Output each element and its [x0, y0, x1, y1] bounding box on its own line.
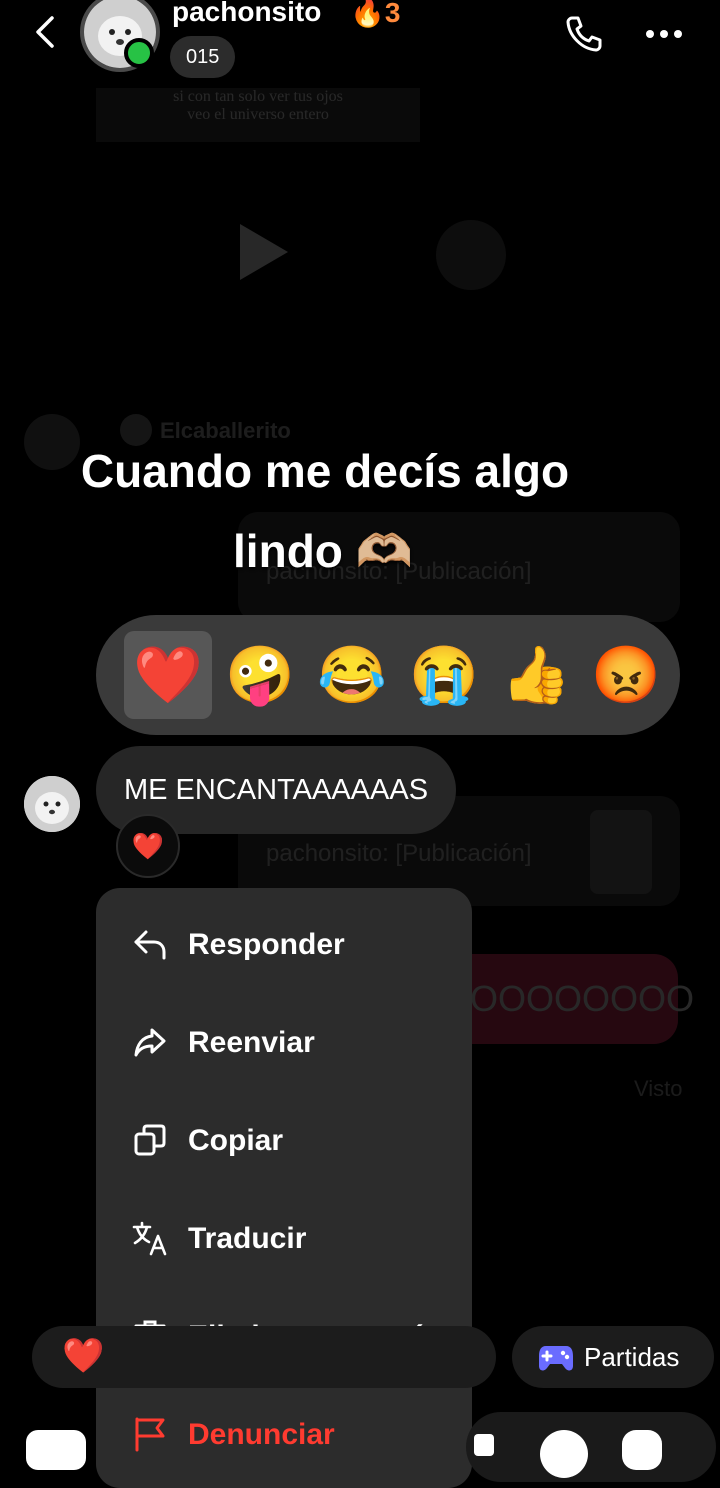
flag-icon [135, 1417, 165, 1452]
menu-item-label: Copiar [188, 1124, 284, 1157]
menu-item-label: Denunciar [188, 1418, 335, 1451]
microphone-icon[interactable] [622, 1430, 662, 1470]
menu-item-translate[interactable]: Traducir [96, 1190, 472, 1288]
online-status-dot [124, 38, 154, 68]
sticker-icon[interactable] [540, 1430, 588, 1478]
streak-badge: 🔥3 [350, 0, 401, 28]
back-button[interactable] [26, 12, 66, 52]
reaction-thumbs-up[interactable]: 👍 [498, 637, 574, 713]
status-pill[interactable]: 015 [170, 36, 236, 78]
menu-item-report[interactable]: Denunciar [96, 1386, 472, 1484]
message-reaction-badge[interactable]: ❤️ [116, 814, 180, 878]
caption-line-2: lindo 🫶🏼 [233, 525, 413, 577]
reaction-heart[interactable]: ❤️ [124, 631, 212, 719]
translate-icon [132, 1221, 167, 1256]
menu-item-label: Responder [188, 928, 345, 961]
more-options-icon[interactable] [640, 14, 688, 54]
menu-item-label: Traducir [188, 1222, 307, 1255]
forward-icon [134, 1028, 166, 1057]
phone-icon[interactable] [560, 10, 608, 58]
menu-item-reply[interactable]: Responder [96, 896, 472, 994]
story-preview-card: si con tan solo ver tus ojos veo el univ… [96, 88, 420, 142]
copy-icon [134, 1124, 166, 1156]
reply-icon [134, 930, 166, 960]
message-context-menu: Responder Reenviar Copiar Traducir Elimi… [96, 888, 472, 1488]
reaction-bar: ❤️ 🤪 😂 😭 👍 😡 [96, 615, 680, 735]
games-button-label: Partidas [584, 1342, 680, 1372]
seen-label: Visto [634, 1076, 683, 1101]
menu-item-forward[interactable]: Reenviar [96, 994, 472, 1092]
dog-avatar-icon [24, 776, 80, 832]
sender-name: Elcaballerito [160, 418, 291, 443]
publication-text: pachonsito: [Publicación] [266, 840, 532, 867]
reaction-angry[interactable]: 😡 [588, 637, 664, 713]
sender-avatar-icon [120, 414, 152, 446]
camera-icon[interactable] [26, 1430, 86, 1470]
menu-item-label: Reenviar [188, 1026, 315, 1059]
gamepad-icon [539, 1346, 573, 1371]
reaction-zany[interactable]: 🤪 [222, 637, 298, 713]
quick-reaction-heart[interactable]: ❤️ [62, 1336, 104, 1376]
menu-item-copy[interactable]: Copiar [96, 1092, 472, 1190]
reaction-cry[interactable]: 😭 [406, 637, 482, 713]
reaction-laugh[interactable]: 😂 [314, 637, 390, 713]
avatar[interactable] [24, 776, 80, 832]
play-icon [240, 224, 288, 280]
message-text: OOOOOOOO [470, 978, 695, 1019]
share-icon [436, 220, 506, 290]
caption-line-1: Cuando me decís algo [80, 445, 570, 497]
gallery-icon[interactable] [468, 1410, 516, 1456]
chat-username[interactable]: pachonsito [172, 0, 321, 28]
publication-thumbnail [590, 810, 652, 894]
